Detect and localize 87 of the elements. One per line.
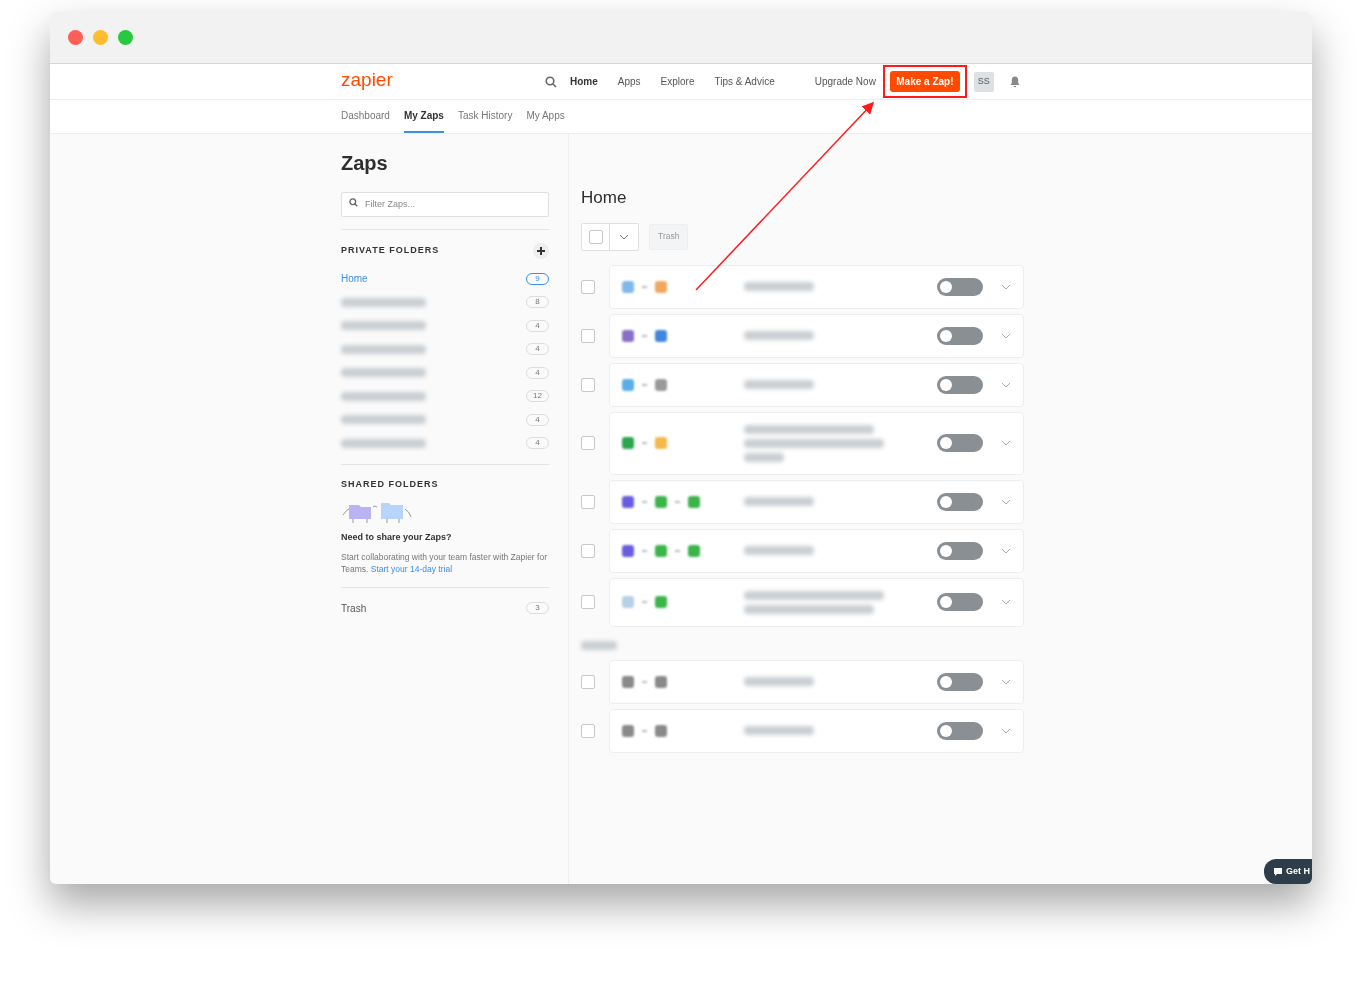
section-heading: PRIVATE FOLDERS [341, 243, 440, 257]
upgrade-link[interactable]: Upgrade Now [814, 74, 876, 89]
checkbox[interactable] [581, 328, 595, 343]
trash-button[interactable]: Trash [649, 223, 689, 250]
chevron-icon[interactable] [1001, 381, 1011, 388]
tab[interactable]: My Zaps [403, 100, 444, 133]
toggle-switch[interactable] [937, 277, 983, 296]
add-folder-button[interactable] [533, 242, 549, 259]
logo[interactable]: zapier [341, 66, 531, 95]
toggle-switch[interactable] [937, 375, 983, 394]
search-icon[interactable] [545, 75, 557, 88]
toggle-switch[interactable] [937, 672, 983, 691]
blurred-text [744, 726, 814, 735]
blurred-text [744, 380, 814, 389]
chevron-icon[interactable] [1001, 332, 1011, 339]
blurred-text [744, 331, 814, 340]
checkbox[interactable] [581, 436, 595, 450]
checkbox[interactable] [581, 595, 595, 609]
checkbox[interactable] [581, 723, 595, 738]
toggle-switch[interactable] [937, 434, 983, 452]
checkbox[interactable] [581, 279, 595, 294]
blurred-text [744, 497, 814, 506]
chevron-icon[interactable] [1001, 599, 1011, 605]
zap-card[interactable] [609, 411, 1024, 475]
plus-icon [537, 246, 545, 255]
folder-item[interactable]: 4 [341, 364, 549, 381]
zap-card[interactable] [609, 313, 1024, 358]
close-icon[interactable] [68, 30, 83, 45]
minimize-icon[interactable] [93, 30, 108, 45]
checkbox[interactable] [581, 494, 595, 509]
zap-card[interactable] [609, 708, 1024, 753]
avatar[interactable]: SS [973, 71, 994, 92]
folder-item[interactable]: Home 9 [341, 270, 549, 287]
checkbox[interactable] [581, 543, 595, 558]
toggle-switch[interactable] [937, 492, 983, 511]
checkbox[interactable] [581, 377, 595, 392]
zap-card[interactable] [609, 362, 1024, 407]
tab[interactable]: My Apps [526, 100, 565, 133]
toggle-switch[interactable] [937, 721, 983, 740]
trash-folder[interactable]: Trash 3 [341, 600, 549, 616]
toggle-switch[interactable] [937, 593, 983, 611]
chevron-icon[interactable] [1001, 440, 1011, 446]
section-heading: SHARED FOLDERS [341, 477, 440, 491]
chevron-icon[interactable] [1001, 678, 1011, 685]
chevron-icon[interactable] [1001, 283, 1011, 290]
blurred-text [744, 677, 814, 686]
chat-icon [1274, 867, 1282, 876]
share-description: Start collaborating with your team faster with Zapier for Teams. Start your 14-day trial [341, 550, 548, 575]
folder-item[interactable]: 4 [341, 411, 549, 428]
zap-card[interactable] [609, 659, 1024, 704]
nav-link[interactable]: Tips & Advice [714, 74, 775, 89]
chevron-icon[interactable] [1001, 547, 1011, 554]
toggle-switch[interactable] [937, 326, 983, 345]
zap-card[interactable] [609, 577, 1024, 627]
search-icon [349, 198, 358, 207]
folder-item[interactable]: 4 [341, 435, 549, 452]
folder-item[interactable]: 4 [341, 317, 549, 334]
help-button[interactable]: Get H [1264, 859, 1312, 884]
folder-item[interactable]: 4 [341, 341, 549, 358]
folder-item[interactable]: 12 [341, 388, 549, 405]
chevron-icon[interactable] [1001, 498, 1011, 505]
trial-link[interactable]: Start your 14-day trial [370, 563, 453, 574]
chevron-icon[interactable] [1001, 727, 1011, 734]
blurred-text [744, 452, 784, 462]
blurred-text [744, 546, 814, 555]
folder-item[interactable]: 8 [341, 294, 549, 311]
tab[interactable]: Task History [457, 100, 513, 133]
zap-card[interactable] [609, 264, 1024, 309]
filter-field[interactable]: Filter Zaps... [341, 191, 549, 217]
bell-icon[interactable] [1009, 75, 1020, 88]
page-title: Zaps [341, 151, 389, 176]
nav-link[interactable]: Home [570, 74, 598, 89]
make-zap-button[interactable]: Make a Zap! [889, 71, 960, 92]
zap-card[interactable] [609, 528, 1024, 573]
toggle-switch[interactable] [937, 541, 983, 560]
tab[interactable]: Dashboard [341, 100, 390, 133]
checkbox[interactable] [588, 229, 603, 244]
chevron-icon[interactable] [619, 233, 629, 240]
blurred-text [744, 282, 814, 291]
blurred-text [581, 640, 617, 650]
checkbox[interactable] [581, 674, 595, 689]
folder-title: Home [581, 187, 628, 209]
nav-link[interactable]: Apps [617, 74, 641, 89]
share-title: Need to share your Zaps? [341, 531, 453, 544]
nav-link[interactable]: Explore [660, 74, 695, 89]
maximize-icon[interactable] [118, 30, 133, 45]
zap-card[interactable] [609, 479, 1024, 524]
